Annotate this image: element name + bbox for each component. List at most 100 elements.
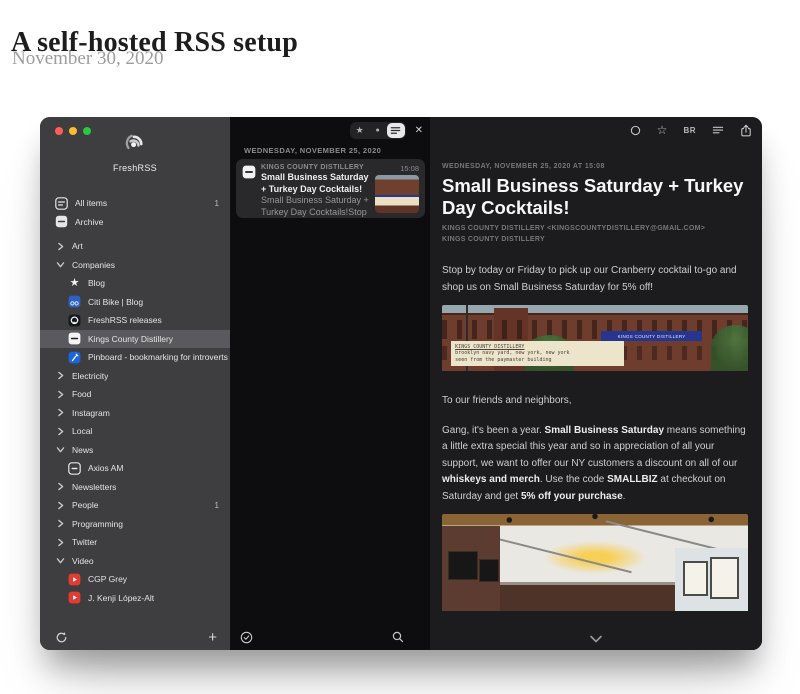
article-author: KINGS COUNTY DISTILLERY <KINGSCOUNTYDIST…: [442, 224, 748, 235]
sidebar-item-axios-am[interactable]: Axios AM: [40, 459, 230, 478]
sidebar: FreshRSS All items1 Archive Art Companies ★B…: [40, 117, 230, 650]
article-preview: Small Business Saturday + Turkey Day Coc…: [261, 195, 370, 218]
citibike-icon: [68, 295, 81, 308]
sidebar-item-electricity[interactable]: Electricity: [40, 367, 230, 386]
distillery-building-photo: KINGS COUNTY DISTILLERY KINGS COUNTY DIS…: [442, 305, 748, 371]
chevron-right-icon[interactable]: [55, 480, 65, 493]
unread-filter-icon[interactable]: ●: [369, 123, 387, 138]
sidebar-item-programming[interactable]: Programming: [40, 515, 230, 534]
search-icon[interactable]: [392, 631, 404, 643]
starred-filter-icon[interactable]: ★: [351, 123, 369, 138]
sidebar-item-label: J. Kenji López-Alt: [88, 593, 154, 603]
article-feed-name: KINGS COUNTY DISTILLERY: [261, 164, 370, 171]
all-filter-icon[interactable]: [387, 123, 405, 138]
sidebar-item-pinboard[interactable]: Pinboard - bookmarking for introverts: [40, 348, 230, 367]
sidebar-item-label: FreshRSS releases: [88, 315, 162, 325]
youtube-icon: [68, 573, 81, 586]
sidebar-item-citi-bike[interactable]: Citi Bike | Blog: [40, 293, 230, 312]
chevron-down-icon[interactable]: [589, 635, 603, 643]
chevron-right-icon[interactable]: [55, 425, 65, 438]
list-toolbar: ★ ● ✕: [230, 117, 430, 143]
text-settings-icon[interactable]: [712, 125, 724, 136]
sidebar-item-label: Programming: [72, 519, 123, 529]
sidebar-item-freshrss-releases[interactable]: FreshRSS releases: [40, 311, 230, 330]
sidebar-nav: All items1 Archive Art Companies ★BlogCiti B…: [40, 194, 230, 607]
chevron-right-icon[interactable]: [55, 240, 65, 253]
sidebar-item-local[interactable]: Local: [40, 422, 230, 441]
sidebar-item-label: Pinboard - bookmarking for introverts: [88, 352, 228, 362]
chevron-right-icon[interactable]: [55, 406, 65, 419]
sidebar-item-twitter[interactable]: Twitter: [40, 533, 230, 552]
pinboard-icon: [68, 351, 81, 364]
article-feed-label: KINGS COUNTY DISTILLERY: [442, 235, 748, 246]
sidebar-item-blog[interactable]: ★Blog: [40, 274, 230, 293]
sidebar-item-label: Electricity: [72, 371, 108, 381]
star-icon[interactable]: ☆: [657, 123, 668, 137]
list-section-header: WEDNESDAY, NOVEMBER 25, 2020: [230, 143, 430, 155]
sidebar-item-instagram[interactable]: Instagram: [40, 404, 230, 423]
close-icon[interactable]: ✕: [415, 125, 423, 136]
sidebar-item-video[interactable]: Video: [40, 552, 230, 571]
reader-pane: ☆ BR WEDNESDAY, NOVEMBER 25, 2020 AT 15:…: [430, 117, 762, 650]
sidebar-item-label: Axios AM: [88, 463, 123, 473]
sidebar-item-kenji[interactable]: J. Kenji López-Alt: [40, 589, 230, 608]
chevron-right-icon[interactable]: [55, 388, 65, 401]
article-paragraph: To our friends and neighbors,: [442, 393, 748, 410]
sidebar-item-label: Archive: [75, 217, 103, 227]
mark-all-read-icon[interactable]: [240, 631, 253, 644]
sidebar-item-archive[interactable]: Archive: [40, 213, 230, 232]
sidebar-item-label: Food: [72, 389, 91, 399]
list-footer: [230, 624, 430, 650]
kcd-icon: [68, 332, 81, 345]
sidebar-item-label: CGP Grey: [88, 574, 127, 584]
refresh-icon[interactable]: [55, 631, 68, 644]
all-items-icon: [55, 197, 68, 210]
page-date: November 30, 2020: [12, 48, 163, 70]
share-icon[interactable]: [740, 124, 752, 137]
sidebar-item-people[interactable]: People 1: [40, 496, 230, 515]
rss-reader-window: FreshRSS All items1ArchiveArtCompanies★B…: [40, 117, 762, 650]
sidebar-item-food[interactable]: Food: [40, 385, 230, 404]
sidebar-item-label: People: [72, 500, 98, 510]
chevron-right-icon[interactable]: [55, 499, 65, 512]
app-logo: FreshRSS: [40, 130, 230, 173]
sidebar-item-news[interactable]: News: [40, 441, 230, 460]
article-thumbnail: [375, 175, 419, 213]
sidebar-item-label: Local: [72, 426, 92, 436]
filter-segmented-control: ★ ●: [350, 122, 406, 139]
feed-favicon-icon: [242, 164, 256, 213]
star-icon: ★: [68, 277, 81, 290]
article-list-item[interactable]: KINGS COUNTY DISTILLERY Small Business S…: [236, 159, 425, 218]
chevron-down-icon[interactable]: [55, 258, 65, 271]
article-dateline: WEDNESDAY, NOVEMBER 25, 2020 AT 15:08: [442, 163, 748, 170]
sidebar-item-label: Twitter: [72, 537, 97, 547]
article-list-column: ★ ● ✕ WEDNESDAY, NOVEMBER 25, 2020 KINGS…: [230, 117, 430, 650]
sidebar-item-label: Companies: [72, 260, 115, 270]
unread-count: 1: [215, 199, 230, 208]
sidebar-item-kings-county-distillery[interactable]: Kings County Distillery: [40, 330, 230, 349]
app-name: FreshRSS: [40, 163, 230, 173]
github-icon: [68, 314, 81, 327]
chevron-right-icon[interactable]: [55, 369, 65, 382]
reader-footer: [430, 628, 762, 650]
sidebar-item-cgp-grey[interactable]: CGP Grey: [40, 570, 230, 589]
chevron-down-icon[interactable]: [55, 443, 65, 456]
article-title: Small Business Saturday + Turkey Day Coc…: [261, 172, 370, 195]
sidebar-item-label: Video: [72, 556, 94, 566]
sidebar-item-companies[interactable]: Companies: [40, 256, 230, 275]
unread-count: 1: [215, 501, 230, 510]
sidebar-item-all-items[interactable]: All items1: [40, 194, 230, 213]
article-heading: Small Business Saturday + Turkey Day Coc…: [442, 175, 748, 218]
sidebar-item-newsletters[interactable]: Newsletters: [40, 478, 230, 497]
chevron-right-icon[interactable]: [55, 517, 65, 530]
chevron-down-icon[interactable]: [55, 554, 65, 567]
add-subscription-button[interactable]: +: [208, 630, 217, 645]
sidebar-item-label: Kings County Distillery: [88, 334, 173, 344]
sidebar-item-art[interactable]: Art: [40, 237, 230, 256]
read-toggle-icon[interactable]: [630, 125, 641, 136]
chevron-right-icon[interactable]: [55, 536, 65, 549]
article-content: WEDNESDAY, NOVEMBER 25, 2020 AT 15:08 Sm…: [430, 143, 762, 611]
bionic-reading-icon[interactable]: BR: [683, 126, 696, 135]
sidebar-item-label: Art: [72, 241, 83, 251]
youtube-icon: [68, 591, 81, 604]
